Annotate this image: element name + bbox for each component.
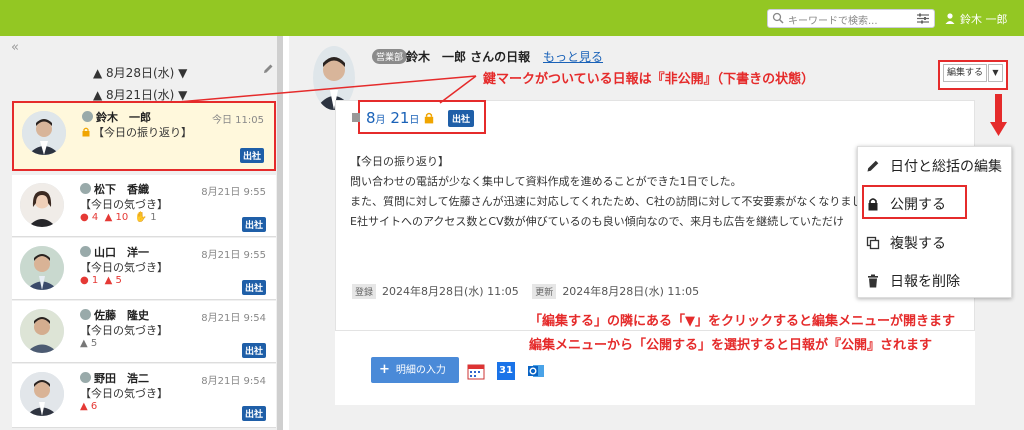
- report-card-selected[interactable]: 鈴木 一郎 今日 11:05 【今日の振り返り】 出社: [12, 101, 276, 171]
- calendar-small-icon: [352, 113, 360, 122]
- entry-time: 8月21日 9:55: [201, 250, 266, 261]
- entry-name: 佐藤 隆史: [80, 307, 149, 323]
- like-icon: ▲: [104, 275, 113, 286]
- entry-name: 山口 洋一: [80, 244, 149, 260]
- like-icon: ▲: [80, 401, 88, 412]
- entry-summary: 【今日の気づき】: [80, 261, 168, 274]
- status-badge: 出社: [241, 406, 266, 421]
- report-card[interactable]: 松下 香織 8月21日 9:55 【今日の気づき】 ● 4 ▲ 10 ✋ 1 出…: [12, 175, 276, 237]
- entry-summary: 【今日の振り返り】: [82, 124, 192, 140]
- report-body: 【今日の振り返り】 問い合わせの電話が少なく集中して資料作成を進めることができた…: [350, 155, 860, 228]
- avatar: [20, 309, 64, 353]
- report-meta: 登録 2024年8月28日(水) 11:05 更新 2024年8月28日(水) 11…: [352, 283, 699, 299]
- lock-icon: [82, 127, 90, 137]
- user-icon: [945, 13, 955, 24]
- menu-item-edit-date[interactable]: 日付と総括の編集: [866, 156, 1002, 176]
- status-badge: 出社: [239, 148, 264, 163]
- avatar: [20, 183, 64, 227]
- edit-button[interactable]: 編集する: [943, 64, 987, 82]
- entry-summary: 【今日の気づき】: [80, 387, 168, 400]
- comment-icon: ●: [80, 275, 89, 286]
- entry-name: 松下 香織: [80, 181, 149, 197]
- copy-icon: [866, 236, 880, 250]
- entry-time: 今日 11:05: [212, 115, 264, 126]
- entry-name: 野田 浩二: [80, 370, 149, 386]
- menu-item-delete[interactable]: 日報を削除: [866, 271, 960, 291]
- entry-summary: 【今日の気づき】: [80, 198, 168, 211]
- search-icon: [772, 12, 784, 24]
- edit-menu: 日付と総括の編集 公開する 複製する 日報を削除: [857, 146, 1012, 298]
- collapse-sidebar-icon[interactable]: «: [11, 40, 19, 55]
- avatar: [20, 246, 64, 290]
- status-badge: 出社: [241, 343, 266, 358]
- entry-stats: ▲ 6: [80, 401, 98, 412]
- outlook-icon[interactable]: [527, 362, 545, 380]
- entry-name: 鈴木 一郎: [82, 109, 151, 125]
- report-card[interactable]: 野田 浩二 8月21日 9:54 【今日の気づき】 ▲ 6 出社: [12, 364, 276, 428]
- lock-icon: [424, 110, 434, 124]
- report-title: 鈴木 一郎 さんの日報: [406, 50, 531, 64]
- avatar: [22, 111, 66, 155]
- current-user[interactable]: 鈴木 一郎: [945, 11, 1008, 27]
- status-badge: 出社: [241, 280, 266, 295]
- trash-icon: [868, 274, 878, 288]
- annotation-menu-note-1: 「編集する」の隣にある「▼」をクリックすると編集メニューが開きます: [529, 314, 955, 329]
- more-link[interactable]: もっと見る: [543, 48, 603, 65]
- report-card[interactable]: 山口 洋一 8月21日 9:55 【今日の気づき】 ● 1 ▲ 5 出社: [12, 238, 276, 300]
- edit-dropdown-caret[interactable]: ▼: [988, 64, 1003, 82]
- entry-summary: 【今日の気づき】: [80, 324, 168, 337]
- entry-time: 8月21日 9:55: [201, 187, 266, 198]
- annotation-lock-note: 鍵マークがついている日報は『非公開』（下書きの状態）: [483, 72, 815, 87]
- calendar-icon[interactable]: [467, 362, 485, 380]
- status-badge: 出社: [448, 110, 475, 127]
- avatar: [20, 372, 64, 416]
- filter-icon[interactable]: [916, 12, 930, 25]
- add-detail-button[interactable]: + 明細の入力: [371, 357, 459, 383]
- entry-stats: ● 4 ▲ 10 ✋ 1: [80, 212, 157, 223]
- entry-time: 8月21日 9:54: [201, 376, 266, 387]
- like-icon: ▲: [80, 338, 88, 349]
- entry-stats: ● 1 ▲ 5: [80, 275, 122, 286]
- report-date: 8月 21日: [366, 109, 437, 127]
- comment-icon: ●: [80, 212, 89, 223]
- entry-stats: ▲ 5: [80, 338, 98, 349]
- publish-highlight-box: [862, 185, 967, 219]
- report-card[interactable]: 佐藤 隆史 8月21日 9:54 【今日の気づき】 ▲ 5 出社: [12, 301, 276, 363]
- search-input[interactable]: キーワードで検索...: [788, 12, 878, 27]
- top-bar: キーワードで検索... 鈴木 一郎: [0, 0, 1024, 36]
- entry-time: 8月21日 9:54: [201, 313, 266, 324]
- edit-pencil-icon[interactable]: [262, 63, 274, 75]
- search-box[interactable]: キーワードで検索...: [767, 9, 935, 28]
- menu-item-duplicate[interactable]: 複製する: [866, 233, 946, 253]
- pencil-icon: [867, 160, 879, 172]
- user-name: 鈴木 一郎: [960, 13, 1008, 26]
- date-group-0828[interactable]: ▲ 8月28日(水) ▼: [93, 64, 187, 81]
- annotation-menu-note-2: 編集メニューから「公開する」を選択すると日報が『公開』されます: [529, 338, 933, 353]
- like-icon: ▲: [104, 212, 113, 223]
- status-badge: 出社: [241, 217, 266, 232]
- google-calendar-icon[interactable]: 31: [497, 362, 515, 380]
- dept-badge: 営業部: [372, 49, 408, 64]
- clap-icon: ✋: [134, 212, 148, 223]
